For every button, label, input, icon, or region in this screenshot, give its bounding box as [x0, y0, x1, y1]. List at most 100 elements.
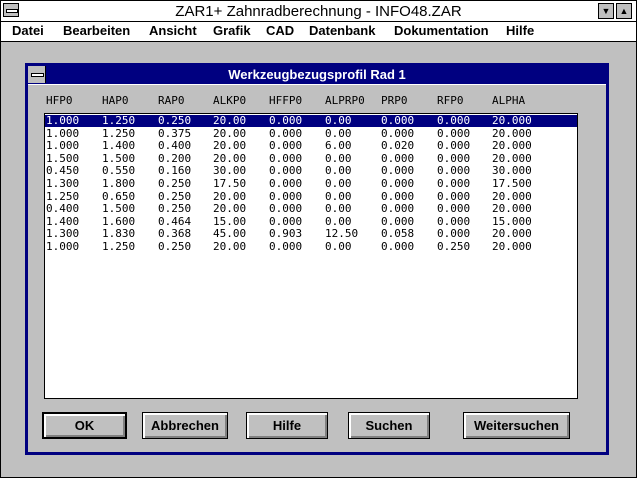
cancel-button[interactable]: Abbrechen [142, 412, 228, 439]
list-cell: 0.00 [325, 151, 352, 165]
list-cell: 1.300 [46, 227, 80, 241]
list-cell: 20.000 [492, 227, 532, 241]
dialog-title: Werkzeugbezugsprofil Rad 1 [228, 67, 406, 82]
column-header: RAP0 [158, 94, 185, 107]
list-row[interactable]: 1.400 1.600 0.464 15.00 0.000 0.00 0.000 0.000 1… [45, 214, 577, 228]
list-cell: 20.00 [213, 240, 247, 253]
column-header: PRP0 [381, 94, 408, 107]
list-cell: 1.250 [102, 240, 136, 253]
list-cell: 0.550 [102, 164, 136, 178]
list-cell: 0.000 [381, 189, 415, 203]
list-cell: 1.400 [46, 214, 80, 228]
list-cell: 1.000 [46, 114, 80, 127]
list-cell: 20.000 [492, 126, 532, 140]
list-cell: 0.250 [437, 240, 471, 253]
list-cell: 0.400 [46, 202, 80, 216]
ok-button[interactable]: OK [42, 412, 127, 439]
help-button[interactable]: Hilfe [246, 412, 328, 439]
list-cell: 0.903 [269, 227, 303, 241]
list-row[interactable]: 1.000 1.250 0.250 20.00 0.000 0.00 0.000 0.000 2… [45, 115, 577, 127]
list-cell: 15.00 [213, 214, 247, 228]
list-cell: 1.000 [46, 126, 80, 140]
list-cell: 0.250 [158, 202, 192, 216]
list-cell: 20.00 [213, 151, 247, 165]
list-cell: 0.375 [158, 126, 192, 140]
list-cell: 1.250 [46, 189, 80, 203]
list-cell: 0.000 [437, 139, 471, 153]
column-header: HAP0 [102, 94, 129, 107]
list-cell: 0.00 [325, 214, 352, 228]
search-next-button[interactable]: Weitersuchen [463, 412, 570, 439]
menu-grafik[interactable]: Grafik [213, 23, 251, 38]
list-cell: 15.000 [492, 214, 532, 228]
list-cell: 0.464 [158, 214, 192, 228]
list-cell: 20.00 [213, 114, 247, 127]
list-cell: 1.600 [102, 214, 136, 228]
list-cell: 17.500 [492, 177, 532, 190]
menu-dokumentation[interactable]: Dokumentation [394, 23, 489, 38]
list-cell: 0.000 [269, 240, 303, 253]
list-cell: 0.000 [381, 177, 415, 190]
list-cell: 20.00 [213, 139, 247, 153]
application-window: ZAR1+ Zahnradberechnung - INFO48.ZAR ▼ ▲… [0, 0, 637, 478]
maximize-button[interactable]: ▲ [616, 3, 632, 19]
list-cell: 20.000 [492, 240, 532, 253]
list-cell: 0.000 [437, 202, 471, 216]
list-cell: 0.000 [437, 164, 471, 178]
menu-bar: Datei Bearbeiten Ansicht Grafik CAD Date… [1, 22, 636, 42]
list-cell: 0.000 [269, 189, 303, 203]
column-header: HFP0 [46, 94, 73, 107]
list-cell: 0.000 [437, 227, 471, 241]
list-cell: 0.00 [325, 202, 352, 216]
search-button[interactable]: Suchen [348, 412, 430, 439]
list-cell: 1.400 [102, 139, 136, 153]
list-cell: 1.250 [102, 114, 136, 127]
list-cell: 0.000 [269, 214, 303, 228]
menu-ansicht[interactable]: Ansicht [149, 23, 197, 38]
list-cell: 30.000 [492, 164, 532, 178]
column-header: ALPRP0 [325, 94, 365, 107]
list-cell: 0.000 [269, 164, 303, 178]
list-row[interactable]: 1.000 1.400 0.400 20.00 0.000 6.00 0.020 0.000 2… [45, 140, 577, 152]
list-cell: 0.000 [269, 151, 303, 165]
list-cell: 0.020 [381, 139, 415, 153]
list-row[interactable]: 0.400 1.500 0.250 20.00 0.000 0.00 0.000 0.000 2… [45, 203, 577, 215]
dialog-system-menu-icon[interactable] [28, 66, 46, 83]
profile-listbox[interactable]: 1.000 1.250 0.250 20.00 0.000 0.00 0.000 0.000 2… [44, 113, 578, 399]
list-cell: 6.00 [325, 139, 352, 153]
list-cell: 0.00 [325, 164, 352, 178]
menu-hilfe[interactable]: Hilfe [506, 23, 534, 38]
menu-datenbank[interactable]: Datenbank [309, 23, 375, 38]
dialog-title-bar: Werkzeugbezugsprofil Rad 1 [28, 66, 606, 85]
list-row[interactable]: 0.450 0.550 0.160 30.00 0.000 0.00 0.000 0.000 3… [45, 165, 577, 177]
minimize-button[interactable]: ▼ [598, 3, 614, 19]
list-cell: 0.000 [269, 126, 303, 140]
list-cell: 0.160 [158, 164, 192, 178]
list-cell: 0.250 [158, 189, 192, 203]
list-cell: 0.368 [158, 227, 192, 241]
menu-bearbeiten[interactable]: Bearbeiten [63, 23, 130, 38]
list-cell: 17.50 [213, 177, 247, 190]
list-row[interactable]: 1.250 0.650 0.250 20.00 0.000 0.00 0.000 0.000 2… [45, 189, 577, 203]
list-cell: 20.000 [492, 189, 532, 203]
list-cell: 0.00 [325, 189, 352, 203]
menu-cad[interactable]: CAD [266, 23, 294, 38]
list-cell: 0.000 [381, 114, 415, 127]
list-row[interactable]: 1.000 1.250 0.250 20.00 0.000 0.00 0.000 0.250 2… [45, 241, 577, 253]
list-cell: 0.000 [269, 139, 303, 153]
list-cell: 0.00 [325, 177, 352, 190]
list-cell: 1.000 [46, 139, 80, 153]
list-cell: 20.00 [213, 189, 247, 203]
list-row[interactable]: 1.500 1.500 0.200 20.00 0.000 0.00 0.000 0.000 2… [45, 151, 577, 165]
menu-datei[interactable]: Datei [12, 23, 44, 38]
list-cell: 1.000 [46, 240, 80, 253]
list-row[interactable]: 1.300 1.830 0.368 45.00 0.903 12.50 0.058 0.000… [45, 228, 577, 240]
list-cell: 45.00 [213, 227, 247, 241]
list-cell: 1.500 [102, 202, 136, 216]
list-cell: 30.00 [213, 164, 247, 178]
list-row[interactable]: 1.300 1.800 0.250 17.50 0.000 0.00 0.000 0.000 1… [45, 178, 577, 190]
list-row[interactable]: 1.000 1.250 0.375 20.00 0.000 0.00 0.000 0.000 2… [45, 126, 577, 140]
list-cell: 0.000 [381, 240, 415, 253]
list-cell: 1.830 [102, 227, 136, 241]
list-cell: 0.400 [158, 139, 192, 153]
